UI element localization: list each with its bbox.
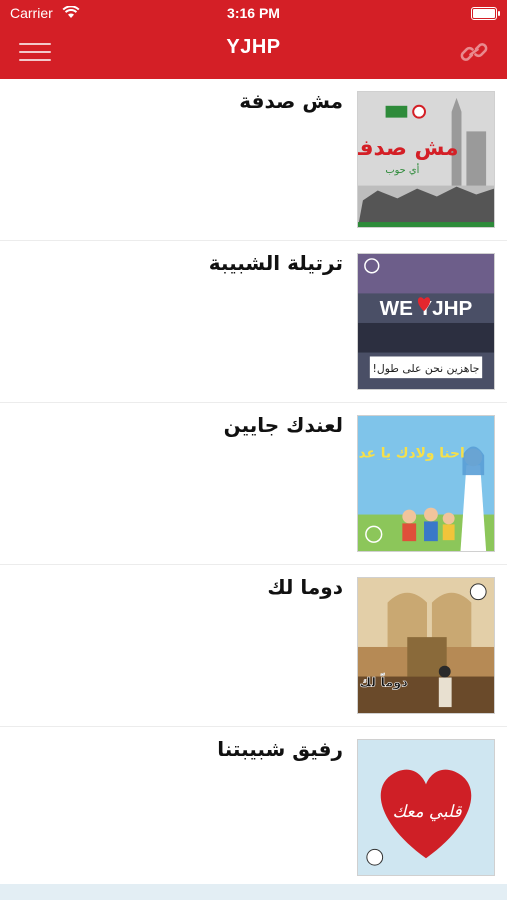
- item-thumbnail: قلبي معك: [357, 739, 495, 876]
- list-item[interactable]: مش صدفة مش صدفة أي حوب: [0, 79, 507, 241]
- app-header: Carrier 3:16 PM YJHP: [0, 0, 507, 79]
- thumb-subcaption: جاهزين نحن على طول!: [372, 362, 479, 375]
- item-title: ترتيلة الشبيبة: [208, 251, 343, 275]
- list-item[interactable]: دوما لك دوماً لك: [0, 565, 507, 727]
- item-title: لعندك جايين: [223, 413, 343, 437]
- thumb-caption: مش صدفة: [358, 136, 459, 161]
- list-item[interactable]: لعندك جايين احنا ولادك يا عدرا: [0, 403, 507, 565]
- item-thumbnail: احنا ولادك يا عدرا: [357, 415, 495, 552]
- item-title: دوما لك: [267, 575, 343, 599]
- thumb-caption: احنا ولادك يا عدرا: [358, 445, 465, 461]
- item-thumbnail: مش صدفة أي حوب: [357, 91, 495, 228]
- news-list: مش صدفة مش صدفة أي حوب ترتيلة الشبيبة W: [0, 79, 507, 889]
- battery-icon: [471, 7, 500, 20]
- link-button[interactable]: [459, 38, 489, 66]
- item-thumbnail: WE YJHP جاهزين نحن على طول!: [357, 253, 495, 390]
- status-time: 3:16 PM: [227, 5, 280, 21]
- chain-link-icon: [460, 43, 488, 61]
- item-title: مش صدفة: [239, 89, 343, 113]
- thumb-subcaption: أي حوب: [385, 163, 419, 176]
- item-thumbnail: دوماً لك: [357, 577, 495, 714]
- status-bar: Carrier 3:16 PM: [0, 0, 507, 28]
- list-item[interactable]: رفيق شبيبتنا قلبي معك: [0, 727, 507, 889]
- bottom-bar: [0, 884, 507, 900]
- page-title: YJHP: [226, 36, 281, 58]
- thumb-caption: قلبي معك: [392, 801, 462, 822]
- thumb-caption: دوماً لك: [359, 673, 408, 691]
- list-item[interactable]: ترتيلة الشبيبة WE YJHP جاهزين نحن على طو…: [0, 241, 507, 403]
- item-title: رفيق شبيبتنا: [217, 737, 343, 761]
